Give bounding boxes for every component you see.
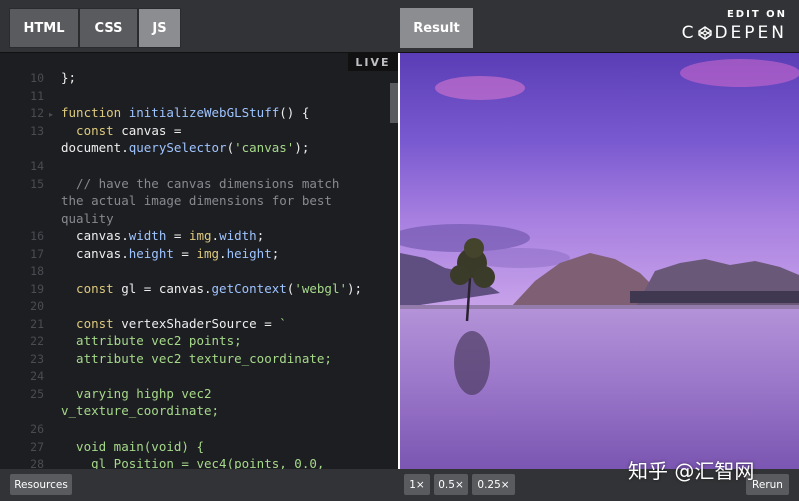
code-line: varying highp vec2 xyxy=(61,386,212,401)
editor-scrollbar[interactable] xyxy=(390,83,398,123)
line-number: 20 xyxy=(30,299,44,313)
codepen-logo-rest: DEPEN xyxy=(714,23,787,43)
line-number: 24 xyxy=(30,369,44,383)
tab-js[interactable]: JS xyxy=(138,8,181,48)
lake-tree-image xyxy=(400,53,799,469)
code-line: attribute vec2 points; xyxy=(61,333,242,348)
code-line: void main(void) { xyxy=(61,439,204,454)
code-line: }; xyxy=(61,70,77,85)
tab-css[interactable]: CSS xyxy=(79,8,138,48)
fold-arrow-icon[interactable]: ▸ xyxy=(49,110,53,119)
top-toolbar: HTML CSS JS Result EDIT ON C DEPEN xyxy=(0,0,799,53)
code-line: canvas.width = img.width; xyxy=(61,228,265,243)
line-number: 25 xyxy=(30,387,44,401)
line-number: 26 xyxy=(30,422,44,436)
code-line: attribute vec2 texture_coordinate; xyxy=(61,351,332,366)
code-comment: the actual image dimensions for best xyxy=(61,193,332,208)
codepen-logo-c: C xyxy=(681,23,697,43)
line-number: 14 xyxy=(30,159,44,173)
line-number: 27 xyxy=(30,440,44,454)
tab-result[interactable]: Result xyxy=(400,8,473,48)
line-number: 15 xyxy=(30,177,44,191)
code-line: document.querySelector('canvas'); xyxy=(61,140,310,155)
code-line: gl_Position = vec4(points, 0.0, xyxy=(61,456,325,469)
resources-button[interactable]: Resources xyxy=(10,474,72,495)
line-number: 12 xyxy=(30,106,44,120)
line-number: 19 xyxy=(30,282,44,296)
line-number: 16 xyxy=(30,229,44,243)
line-number: 18 xyxy=(30,264,44,278)
line-number: 21 xyxy=(30,317,44,331)
line-number: 23 xyxy=(30,352,44,366)
line-number: 10 xyxy=(30,71,44,85)
watermark-text: 知乎 @汇智网 xyxy=(628,459,755,483)
codepen-logo: C DEPEN xyxy=(682,23,787,43)
live-badge: LIVE xyxy=(348,53,398,71)
code-line: const vertexShaderSource = ` xyxy=(61,316,287,331)
zoom-half-button[interactable]: 0.5× xyxy=(434,474,468,495)
result-preview xyxy=(400,53,799,469)
codepen-cube-icon xyxy=(698,26,713,40)
zoom-1x-button[interactable]: 1× xyxy=(404,474,430,495)
code-line: const canvas = xyxy=(61,123,182,138)
edit-on-label: EDIT ON xyxy=(726,9,787,20)
zoom-quarter-button[interactable]: 0.25× xyxy=(472,474,515,495)
code-comment: quality xyxy=(61,211,114,226)
code-line: const gl = canvas.getContext('webgl'); xyxy=(61,281,363,296)
line-number: 22 xyxy=(30,334,44,348)
code-line: function initializeWebGLStuff() { xyxy=(61,105,310,120)
line-number: 13 xyxy=(30,124,44,138)
tab-html[interactable]: HTML xyxy=(9,8,79,48)
js-code-editor[interactable]: 10 11 12 13 14 15 16 17 18 19 20 21 22 2… xyxy=(0,53,399,469)
line-number-gutter: 10 11 12 13 14 15 16 17 18 19 20 21 22 2… xyxy=(0,53,50,469)
code-line: canvas.height = img.height; xyxy=(61,246,280,261)
edit-on-codepen-link[interactable]: EDIT ON C DEPEN xyxy=(682,9,787,43)
line-number: 17 xyxy=(30,247,44,261)
code-line: v_texture_coordinate; xyxy=(61,403,220,418)
line-number: 28 xyxy=(30,457,44,469)
line-number: 11 xyxy=(30,89,44,103)
code-comment: // have the canvas dimensions match xyxy=(61,176,340,191)
